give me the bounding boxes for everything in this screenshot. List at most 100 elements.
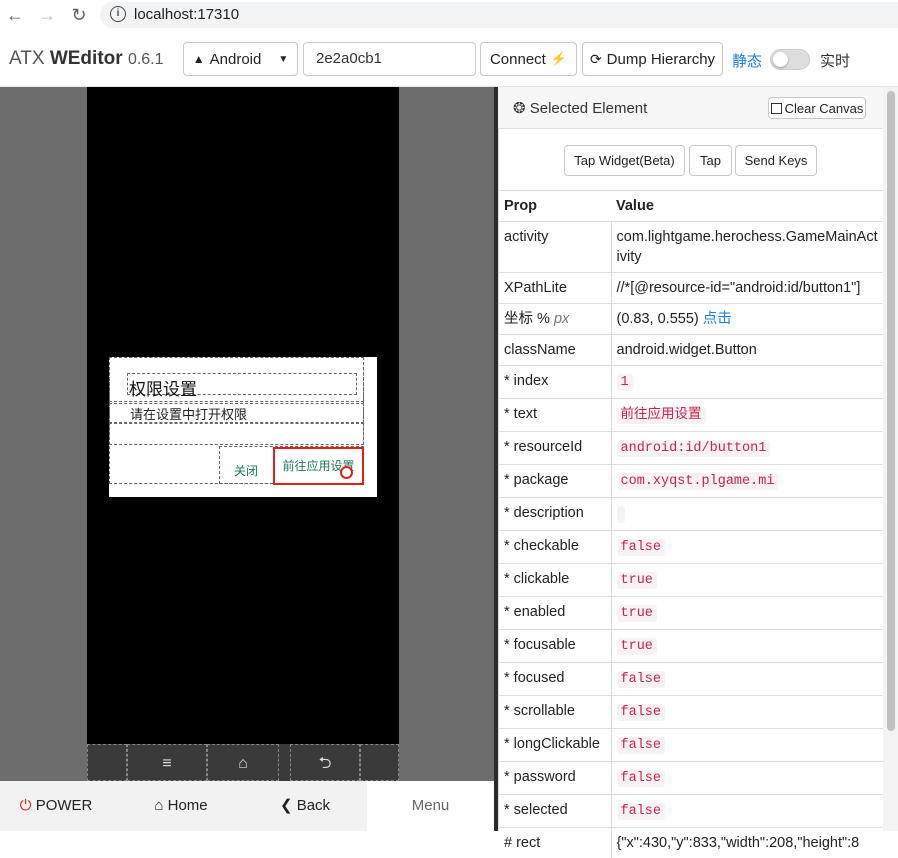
prop-value <box>611 498 883 531</box>
dump-hierarchy-button[interactable]: ⟳ Dump Hierarchy <box>582 42 723 76</box>
value-code: com.xyqst.plgame.mi <box>617 473 779 490</box>
table-header-row: Prop Value <box>499 191 883 222</box>
tap-position-marker <box>340 466 353 479</box>
dialog-title: 权限设置 <box>129 375 197 400</box>
prop-value: {"x":430,"y":833,"width":208,"height":8 <box>611 828 883 858</box>
tap-widget-label: Tap Widget(Beta) <box>565 146 684 175</box>
prop-value: false <box>611 795 883 828</box>
connect-label: Connect <box>490 51 546 68</box>
coord-label: 坐标 % <box>504 311 550 327</box>
url-text: localhost:17310 <box>134 6 239 23</box>
prop-name: activity <box>499 222 611 273</box>
clear-canvas-label: Clear Canvas <box>785 101 864 116</box>
platform-value: Android <box>210 51 262 68</box>
prop-value: 1 <box>611 366 883 399</box>
connect-button[interactable]: Connect ⚡ <box>480 42 577 76</box>
value-code: true <box>617 605 657 622</box>
table-row: * selectedfalse <box>499 795 883 828</box>
static-mode-label: 静态 <box>732 50 762 71</box>
prop-name: * scrollable <box>499 696 611 729</box>
checkbox-icon <box>771 103 782 114</box>
prop-name: # rect <box>499 828 611 858</box>
dialog-close-button[interactable]: 关闭 <box>219 458 273 484</box>
spacer-outline <box>109 423 364 445</box>
menu-button[interactable]: Menu <box>367 781 494 831</box>
home-icon: ⌂ <box>154 797 163 814</box>
prop-name: * focusable <box>499 630 611 663</box>
home-softkey[interactable]: ⌂ <box>207 744 279 781</box>
value-code: android:id/button1 <box>617 440 771 457</box>
prop-value: false <box>611 762 883 795</box>
table-row: * resourceId android:id/button1 <box>499 432 883 465</box>
power-label: POWER <box>36 797 93 814</box>
prop-value: true <box>611 630 883 663</box>
refresh-icon: ⟳ <box>590 51 602 68</box>
scrollbar-thumb[interactable] <box>887 91 895 731</box>
prop-name: * enabled <box>499 597 611 630</box>
table-row: * description <box>499 498 883 531</box>
properties-table: Prop Value activity com.lightgame.heroch… <box>499 190 883 858</box>
table-row: className android.widget.Button <box>499 335 883 366</box>
power-icon: ⏻ <box>20 797 32 814</box>
dialog-goto-settings-button[interactable]: 前往应用设置 <box>273 447 364 485</box>
prop-value: android.widget.Button <box>611 335 883 366</box>
back-softkey[interactable]: ⮌ <box>290 744 360 781</box>
tap-widget-button[interactable]: Tap Widget(Beta) <box>564 145 685 176</box>
back-button[interactable]: ❮ Back <box>245 781 365 831</box>
prop-value: false <box>611 696 883 729</box>
home-button[interactable]: ⌂ Home <box>118 781 244 831</box>
table-row: * checkablefalse <box>499 531 883 564</box>
realtime-toggle[interactable] <box>770 49 810 70</box>
realtime-mode-label: 实时 <box>820 50 850 71</box>
plug-icon: ⚡ <box>551 51 567 67</box>
prop-name: * clickable <box>499 564 611 597</box>
prop-name: 坐标 % px <box>499 304 611 335</box>
device-serial-input[interactable]: 2e2a0cb1 <box>303 42 476 76</box>
reload-icon[interactable]: ↻ <box>68 4 90 26</box>
tap-button[interactable]: Tap <box>689 145 732 176</box>
info-icon[interactable]: i <box>110 6 126 22</box>
table-row: * passwordfalse <box>499 762 883 795</box>
tap-label: Tap <box>690 146 731 175</box>
crosshair-icon: ❂ <box>513 100 526 117</box>
platform-select[interactable]: ▲ Android ▼ <box>183 42 298 76</box>
android-icon: ▲ <box>193 52 205 66</box>
table-row: * enabled true <box>499 597 883 630</box>
value-code: true <box>617 638 657 655</box>
menu-softkey[interactable]: ≡ <box>127 744 207 781</box>
prop-value: com.xyqst.plgame.mi <box>611 465 883 498</box>
table-row: * focusable true <box>499 630 883 663</box>
table-row: * index 1 <box>499 366 883 399</box>
clear-canvas-button[interactable]: Clear Canvas <box>768 97 866 119</box>
forward-arrow-icon[interactable]: → <box>36 4 58 26</box>
back-arrow-icon[interactable]: ← <box>4 4 26 26</box>
brand-name: WEditor <box>50 48 123 69</box>
table-row: * focusedfalse <box>499 663 883 696</box>
value-code: 前往应用设置 <box>617 407 706 424</box>
prop-name: * resourceId <box>499 432 611 465</box>
prop-name: * index <box>499 366 611 399</box>
prop-name: * password <box>499 762 611 795</box>
prop-value: false <box>611 663 883 696</box>
coord-value: (0.83, 0.555) <box>617 311 699 327</box>
power-button[interactable]: ⏻ POWER <box>0 781 112 831</box>
app-version: 0.6.1 <box>128 51 164 68</box>
prop-name: * text <box>499 399 611 432</box>
value-code: 1 <box>617 374 633 391</box>
prop-value: com.lightgame.herochess.GameMainActivity <box>611 222 883 273</box>
value-code <box>617 506 625 523</box>
dialog-message: 请在设置中打开权限 <box>130 404 247 423</box>
softkey-spacer-right <box>360 744 399 781</box>
table-row: 坐标 % px (0.83, 0.555) 点击 <box>499 304 883 335</box>
table-row: * longClickablefalse <box>499 729 883 762</box>
send-keys-button[interactable]: Send Keys <box>735 145 817 176</box>
prop-value: false <box>611 531 883 564</box>
click-coord-link[interactable]: 点击 <box>703 311 732 327</box>
panel-title: ❂ Selected Element <box>513 99 647 117</box>
table-row: * packagecom.xyqst.plgame.mi <box>499 465 883 498</box>
panel-title-text: Selected Element <box>530 100 648 117</box>
prop-name: * checkable <box>499 531 611 564</box>
back-label: Back <box>297 797 330 814</box>
table-row: activity com.lightgame.herochess.GameMai… <box>499 222 883 273</box>
prop-value: (0.83, 0.555) 点击 <box>611 304 883 335</box>
